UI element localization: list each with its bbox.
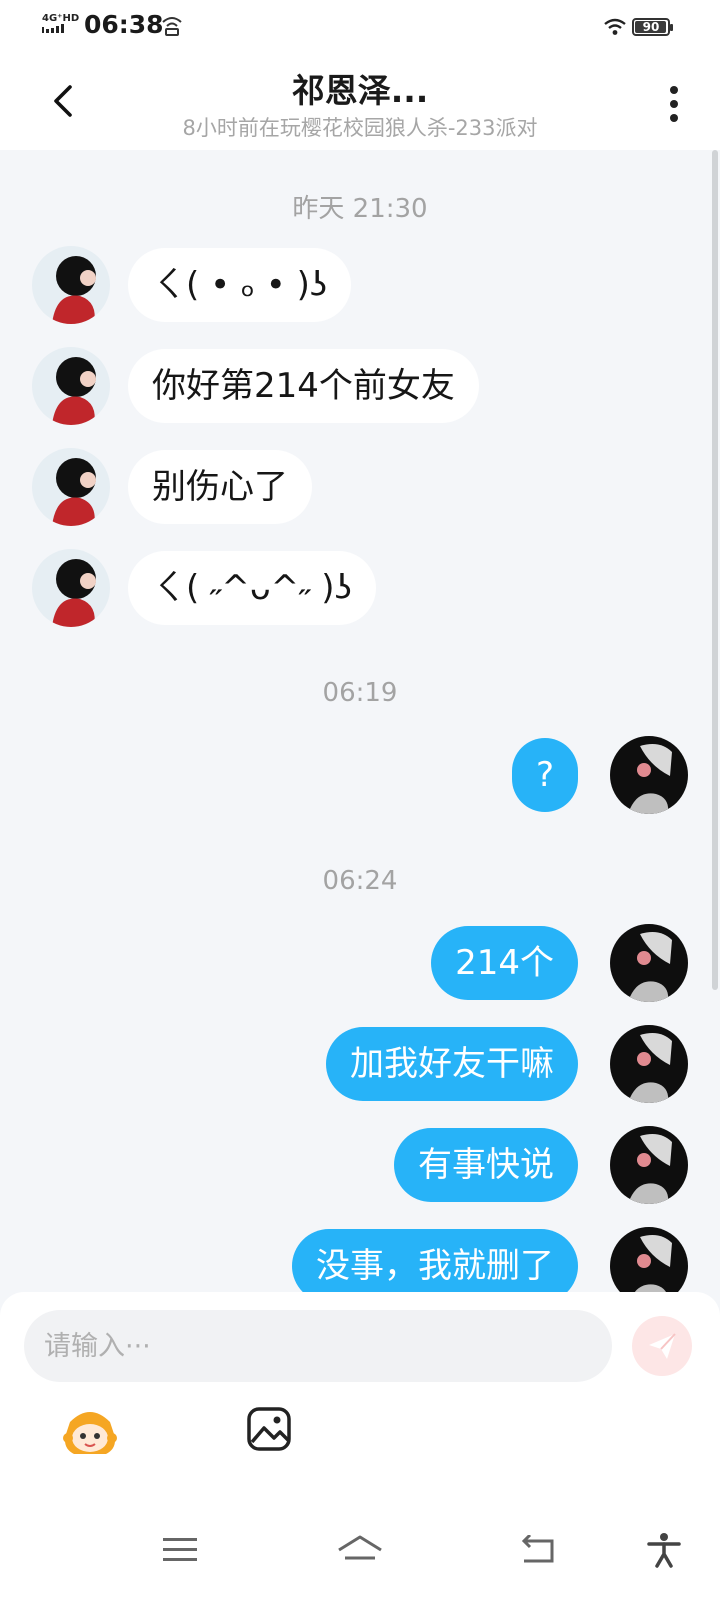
contact-avatar[interactable] <box>32 549 110 627</box>
image-button[interactable] <box>246 1406 292 1452</box>
menu-button[interactable] <box>150 1520 210 1580</box>
back-icon <box>521 1535 554 1563</box>
send-button[interactable] <box>632 1316 692 1376</box>
status-bar: 4G⁺HD 06:38 90 <box>0 0 720 56</box>
timestamp: 昨天 21:30 <box>292 194 428 224</box>
message-incoming: ㄑ( • ₒ • )ʖ <box>0 246 720 326</box>
chat-header: 祁恩泽... 8小时前在玩樱花校园狼人杀-233派对 <box>0 56 720 150</box>
my-avatar[interactable] <box>610 1025 688 1103</box>
timestamp: 06:19 <box>322 678 398 708</box>
image-icon <box>247 1407 291 1451</box>
home-icon <box>338 1535 382 1560</box>
message-bubble[interactable]: ? <box>511 738 578 812</box>
battery-icon: 90 <box>632 18 673 36</box>
wifi-icon <box>604 18 626 35</box>
menu-icon <box>163 1538 197 1561</box>
signal-icon <box>42 24 64 33</box>
message-incoming: 你好第214个前女友 <box>0 347 720 427</box>
message-outgoing: 加我好友干嘛 <box>0 1025 720 1105</box>
hotspot-icon <box>162 17 182 36</box>
system-nav-bar <box>0 1500 720 1600</box>
my-avatar[interactable] <box>610 1126 688 1204</box>
message-bubble[interactable]: 有事快说 <box>394 1128 578 1202</box>
timestamp: 06:24 <box>322 866 398 896</box>
message-bubble[interactable]: 214个 <box>431 926 578 1000</box>
send-icon <box>649 1333 676 1359</box>
contact-name[interactable]: 祁恩泽... <box>0 64 720 112</box>
contact-status: 8小时前在玩樱花校园狼人杀-233派对 <box>182 116 538 140</box>
more-options-button[interactable] <box>664 84 684 124</box>
my-avatar[interactable] <box>610 924 688 1002</box>
clock: 06:38 <box>84 10 164 39</box>
message-outgoing: 有事快说 <box>0 1126 720 1206</box>
scrollbar[interactable] <box>712 150 718 990</box>
message-input[interactable] <box>24 1310 612 1382</box>
my-avatar[interactable] <box>610 736 688 814</box>
message-bubble[interactable]: 别伤心了 <box>128 450 312 524</box>
message-bubble[interactable]: ㄑ( ˶^ᴗ^˶ )ʖ <box>128 551 376 625</box>
message-incoming: 别伤心了 <box>0 448 720 528</box>
message-bubble[interactable]: 加我好友干嘛 <box>326 1027 578 1101</box>
emoji-button[interactable] <box>60 1404 120 1460</box>
network-label: 4G⁺HD <box>42 13 80 24</box>
more-vertical-icon <box>670 86 678 94</box>
back-nav-button[interactable] <box>508 1520 568 1580</box>
message-list[interactable]: 昨天 21:30 ㄑ( • ₒ • )ʖ 你好第214个前女友 别伤心了 ㄑ( … <box>0 150 720 1310</box>
accessibility-icon <box>647 1533 681 1568</box>
contact-avatar[interactable] <box>32 246 110 324</box>
network-indicator: 4G⁺HD <box>42 13 79 37</box>
contact-avatar[interactable] <box>32 448 110 526</box>
accessibility-button[interactable] <box>634 1520 694 1580</box>
message-outgoing: 214个 <box>0 924 720 1004</box>
message-bubble[interactable]: ㄑ( • ₒ • )ʖ <box>128 248 352 322</box>
message-bubble[interactable]: 你好第214个前女友 <box>128 349 479 423</box>
battery-level: 90 <box>642 20 660 34</box>
contact-avatar[interactable] <box>32 347 110 425</box>
emoji-mascot-icon <box>63 1412 117 1454</box>
message-incoming: ㄑ( ˶^ᴗ^˶ )ʖ <box>0 549 720 629</box>
home-button[interactable] <box>330 1520 390 1580</box>
message-outgoing: ? <box>0 736 720 816</box>
